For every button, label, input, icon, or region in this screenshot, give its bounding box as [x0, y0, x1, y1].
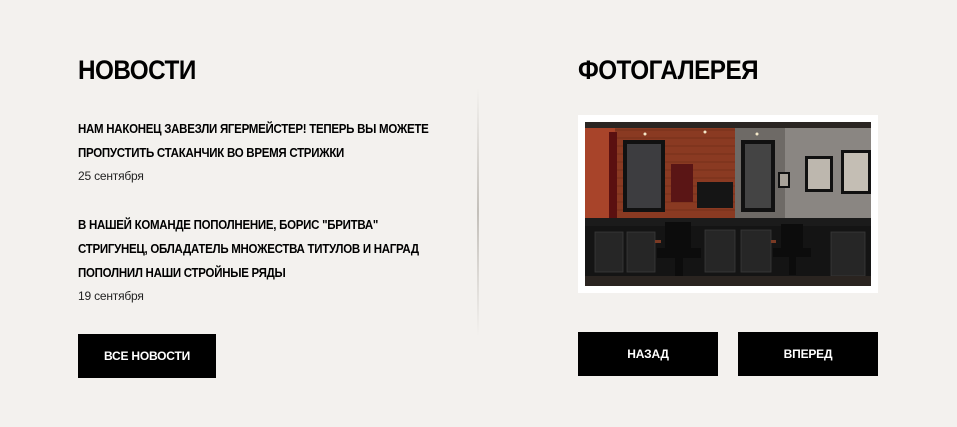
gallery-back-button[interactable]: НАЗАД	[578, 332, 718, 376]
all-news-button[interactable]: ВСЕ НОВОСТИ	[78, 334, 216, 378]
news-date: 19 сентября	[78, 289, 144, 303]
news-item: В НАШЕЙ КОМАНДЕ ПОПОЛНЕНИЕ, БОРИС "БРИТВ…	[78, 213, 448, 304]
gallery-forward-button[interactable]: ВПЕРЕД	[738, 332, 878, 376]
gallery-title: ФОТОГАЛЕРЕЯ	[578, 55, 759, 85]
section-divider	[477, 88, 479, 336]
news-title: НОВОСТИ	[78, 55, 196, 85]
gallery-photo-frame	[578, 115, 878, 293]
gallery-section: ФОТОГАЛЕРЕЯ	[578, 52, 778, 88]
news-headline-link[interactable]: НАМ НАКОНЕЦ ЗАВЕЗЛИ ЯГЕРМЕЙСТЕР! ТЕПЕРЬ …	[78, 117, 446, 165]
news-item: НАМ НАКОНЕЦ ЗАВЕЗЛИ ЯГЕРМЕЙСТЕР! ТЕПЕРЬ …	[78, 117, 448, 184]
news-headline-link[interactable]: В НАШЕЙ КОМАНДЕ ПОПОЛНЕНИЕ, БОРИС "БРИТВ…	[78, 213, 446, 285]
news-section: НОВОСТИ	[78, 52, 448, 88]
gallery-photo	[585, 122, 871, 286]
news-date: 25 сентября	[78, 169, 144, 183]
